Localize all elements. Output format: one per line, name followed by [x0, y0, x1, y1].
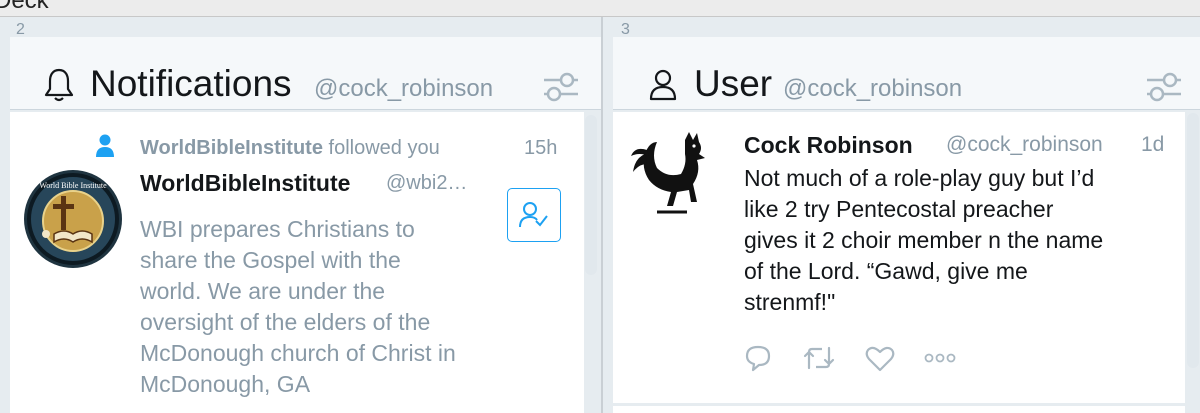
- user-follow-icon: [519, 202, 548, 228]
- bio-line: world. We are under the: [140, 278, 386, 304]
- tweet-line: of the Lord. “Gawd, give me: [744, 258, 1028, 284]
- bio-line: oversight of the elders of the: [140, 309, 431, 335]
- logo-lettering: World Bible Institute: [39, 181, 107, 190]
- window-titlebar: Deck: [0, 0, 1200, 17]
- like-heart-icon[interactable]: [865, 345, 895, 372]
- rooster-avatar[interactable]: [627, 128, 725, 226]
- more-options-icon[interactable]: [924, 353, 956, 363]
- profile-handle[interactable]: @wbi2…: [386, 172, 467, 195]
- column-handle: @cock_robinson: [783, 75, 963, 102]
- notification-item[interactable]: WorldBibleInstitute followed you 15h Wor…: [10, 112, 584, 413]
- app-title: Deck: [0, 0, 49, 14]
- tweet-line: gives it 2 choir member n the name: [744, 227, 1104, 253]
- tweet-author-name[interactable]: Cock Robinson: [744, 132, 913, 159]
- bell-icon: [44, 68, 74, 102]
- user-column: 3 User @cock_robinson Cock Robinson @coc…: [603, 17, 1200, 413]
- notification-actor[interactable]: WorldBibleInstitute: [140, 137, 323, 159]
- retweet-icon[interactable]: [802, 344, 836, 372]
- follow-person-icon: [96, 134, 114, 157]
- bio-line: WBI prepares Christians to: [140, 216, 415, 242]
- tweet-line: strenmf!": [744, 289, 836, 315]
- tweet-line: Not much of a role-play guy but I’d: [744, 165, 1095, 191]
- column-title: Notifications: [90, 63, 292, 104]
- column-header: Notifications @cock_robinson: [10, 37, 601, 110]
- world-bible-institute-logo: World Bible Institute: [27, 173, 119, 265]
- scrollbar[interactable]: [585, 115, 597, 275]
- profile-name[interactable]: WorldBibleInstitute: [140, 170, 350, 197]
- notification-action: followed you: [322, 137, 440, 159]
- column-settings-icon[interactable]: [1145, 70, 1183, 104]
- column-title: User: [694, 63, 773, 104]
- user-icon: [649, 69, 677, 101]
- tweet-line: like 2 try Pentecostal preacher: [744, 196, 1054, 222]
- bio-line: McDonough church of Christ in: [140, 340, 456, 366]
- tweet-author-handle[interactable]: @cock_robinson: [946, 133, 1103, 157]
- notification-time[interactable]: 15h: [524, 137, 557, 160]
- tweet[interactable]: Cock Robinson @cock_robinson 1d Not much…: [613, 112, 1185, 403]
- column-handle: @cock_robinson: [314, 75, 494, 102]
- scrollbar[interactable]: [1187, 113, 1199, 368]
- bio-line: McDonough, GA: [140, 371, 311, 397]
- column-settings-icon[interactable]: [542, 70, 580, 104]
- tweet-time[interactable]: 1d: [1141, 133, 1164, 157]
- avatar[interactable]: World Bible Institute: [24, 170, 122, 268]
- follow-button[interactable]: [507, 188, 561, 242]
- next-tweet[interactable]: [613, 406, 1185, 413]
- bio-line: share the Gospel with the: [140, 247, 401, 273]
- notifications-column: 2 Notifications @cock_robinson WorldBibl…: [0, 17, 601, 413]
- profile-bio: WBI prepares Christians to share the Gos…: [140, 214, 480, 400]
- reply-icon[interactable]: [744, 344, 772, 372]
- tweet-text: Not much of a role-play guy but I’d like…: [744, 163, 1174, 318]
- column-header: User @cock_robinson: [613, 37, 1200, 110]
- notification-text: WorldBibleInstitute followed you: [140, 137, 440, 160]
